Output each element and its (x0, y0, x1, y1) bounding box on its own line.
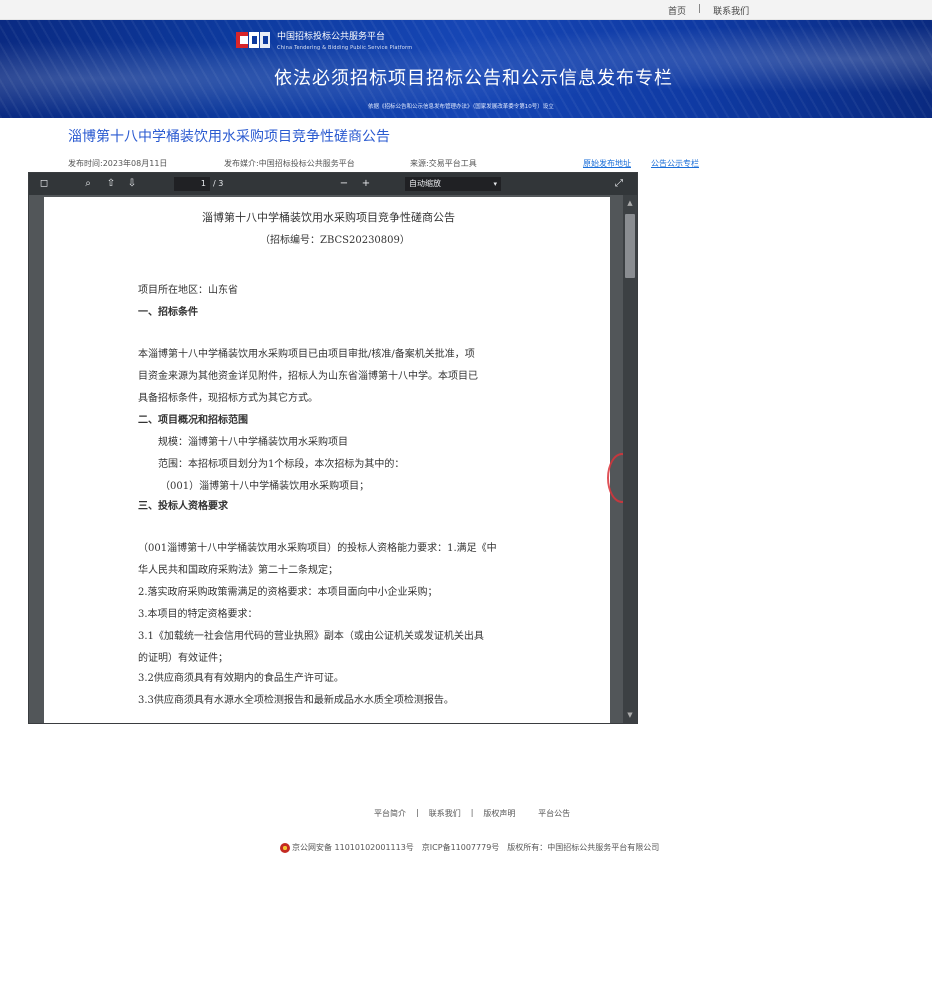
zoom-select[interactable]: 自动缩放 ▾ (405, 177, 501, 191)
doc-lot: （001）淄博第十八中学桶装饮用水采购项目； (160, 481, 370, 492)
platform-logo-icon (236, 32, 270, 48)
doc-qualification-line: 3.3供应商须具有水源水全项检测报告和最新成品水水质全项检测报告。 (138, 695, 454, 706)
footer-links: 平台简介 | 联系我们 | 版权声明 | 平台公告 (374, 808, 570, 819)
original-link[interactable]: 原始发布地址 (583, 158, 631, 169)
footer-announcement-link[interactable]: 平台公告 (538, 808, 570, 819)
doc-qualification-line: 3.本项目的特定资格要求： (138, 609, 258, 620)
doc-qualification-line: 的证明）有效证件； (138, 653, 228, 664)
page-number-input[interactable]: 1 (174, 177, 210, 191)
scroll-up-icon[interactable]: ▲ (623, 197, 637, 209)
doc-paragraph-line: 具备招标条件，现招标方式为其它方式。 (138, 393, 318, 404)
doc-qualification-line: 2.落实政府采购政策需满足的资格要求：本项目面向中小企业采购； (138, 587, 438, 598)
next-page-icon[interactable]: ⇩ (125, 177, 139, 191)
prev-page-icon[interactable]: ⇧ (104, 177, 118, 191)
doc-scale: 规模：淄博第十八中学桶装饮用水采购项目 (158, 437, 348, 448)
doc-scope: 范围：本招标项目划分为1个标段，本次招标为其中的： (158, 459, 405, 470)
logo-cn: 中国招标投标公共服务平台 (277, 32, 386, 42)
footer-copyright-link[interactable]: 版权声明 (483, 808, 515, 819)
doc-paragraph-line: 目资金来源为其他资金详见附件，招标人为山东省淄博第十八中学。本项目已 (138, 371, 478, 382)
police-badge-icon (280, 842, 290, 853)
sidebar-toggle-icon[interactable]: ◻ (37, 177, 51, 191)
footer-separator: | (416, 808, 419, 817)
scroll-down-icon[interactable]: ▼ (623, 709, 637, 721)
chevron-down-icon: ▾ (493, 180, 497, 188)
publish-tool: 来源:交易平台工具 (410, 159, 477, 168)
platform-logo-text: 中国招标投标公共服务平台 China Tendering & Bidding P… (277, 32, 412, 54)
search-icon[interactable]: ⌕ (81, 177, 95, 191)
doc-region: 项目所在地区：山东省 (138, 285, 238, 296)
top-separator: | (698, 4, 702, 14)
top-links: 首页 | 联系我们 (668, 4, 749, 17)
doc-qualification-line: 华人民共和国政府采购法》第二十二条规定； (138, 565, 338, 576)
footer-icp-text: 京公网安备 11010102001113号 京ICP备11007779号 版权所… (292, 843, 660, 852)
pdf-toolbar: ◻ ⌕ ⇧ ⇩ 1 / 3 − + 自动缩放 ▾ ⤢ (29, 173, 637, 195)
zoom-out-icon[interactable]: − (337, 177, 351, 191)
publish-time: 发布时间:2023年08月11日 (68, 159, 168, 168)
doc-qualification-line: （001淄博第十八中学桶装饮用水采购项目）的投标人资格能力要求：1.满足《中 (138, 543, 497, 554)
top-bar: 首页 | 联系我们 (0, 0, 932, 20)
doc-bid-no: （招标编号：ZBCS20230809） (260, 235, 410, 246)
banner-title: 依法必须招标项目招标公告和公示信息发布专栏 (274, 68, 673, 89)
footer-about-link[interactable]: 平台简介 (374, 808, 406, 819)
pdf-viewer: ◻ ⌕ ⇧ ⇩ 1 / 3 − + 自动缩放 ▾ ⤢ 淄博第十八中学桶装饮用水采… (28, 172, 638, 724)
contact-link[interactable]: 联系我们 (713, 4, 749, 17)
doc-section-3: 三、投标人资格要求 (138, 501, 228, 512)
doc-paragraph-line: 本淄博第十八中学桶装饮用水采购项目已由项目审批/核准/备案机关批准，项 (138, 349, 475, 360)
pdf-scrollbar[interactable]: ▲ ▼ (623, 195, 637, 723)
fullscreen-icon[interactable]: ⤢ (612, 177, 626, 191)
home-link[interactable]: 首页 (668, 4, 686, 17)
page-total: / 3 (213, 179, 224, 188)
footer-separator: | (470, 808, 474, 817)
notice-title: 淄博第十八中学桶装饮用水采购项目竞争性磋商公告 (68, 129, 390, 145)
zoom-in-icon[interactable]: + (359, 177, 373, 191)
doc-title: 淄博第十八中学桶装饮用水采购项目竞争性磋商公告 (202, 211, 455, 224)
doc-qualification-line: 3.1《加载统一社会信用代码的营业执照》副本（或由公证机关或发证机关出具 (138, 631, 484, 642)
doc-section-1: 一、招标条件 (138, 307, 198, 318)
doc-qualification-line: 3.2供应商须具有有效期内的食品生产许可证。 (138, 673, 344, 684)
publish-source: 发布媒介:中国招标投标公共服务平台 (224, 159, 355, 168)
header-banner: 中国招标投标公共服务平台 China Tendering & Bidding P… (0, 20, 932, 118)
notice-column-link[interactable]: 公告公示专栏 (651, 158, 699, 169)
footer-contact-link[interactable]: 联系我们 (429, 808, 461, 819)
logo-en: China Tendering & Bidding Public Service… (277, 45, 413, 51)
zoom-value: 自动缩放 (409, 179, 441, 188)
pdf-page: 淄博第十八中学桶装饮用水采购项目竞争性磋商公告 （招标编号：ZBCS202308… (44, 197, 610, 723)
banner-subtitle: 依据《招标公告和公示信息发布管理办法》（国家发展改革委令第10号）设立 (368, 104, 554, 110)
footer-info: 京公网安备 11010102001113号 京ICP备11007779号 版权所… (280, 842, 659, 853)
scrollbar-thumb[interactable] (625, 214, 635, 278)
doc-section-2: 二、项目概况和招标范围 (138, 415, 248, 426)
